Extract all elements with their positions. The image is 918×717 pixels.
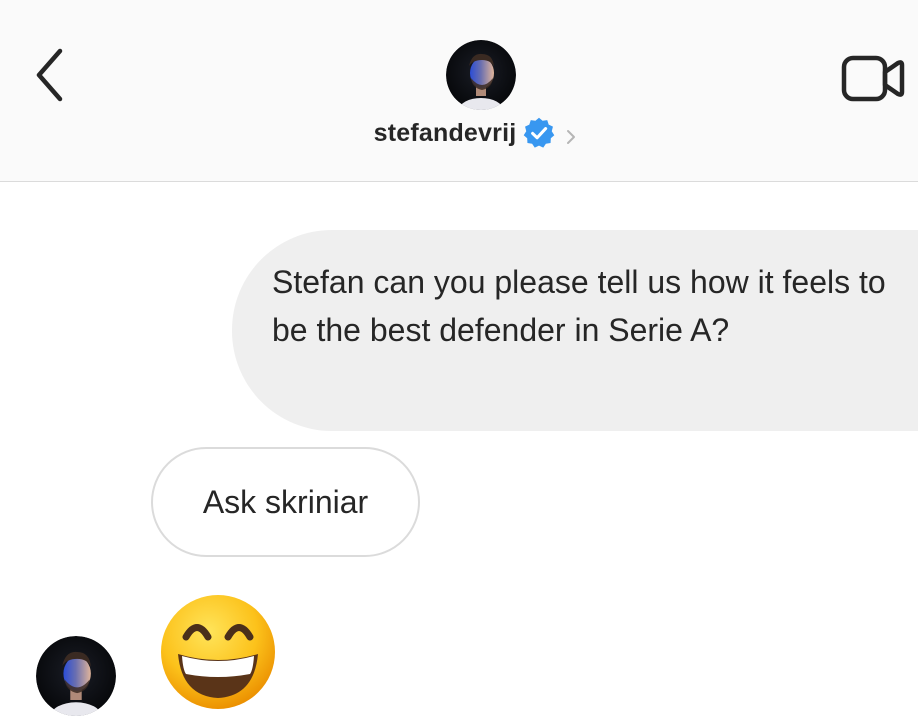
message-text: Stefan can you please tell us how it fee… — [272, 264, 886, 348]
dm-thread-screen: stefandevrij Stefan can you please tell … — [0, 0, 918, 717]
chevron-right-icon — [567, 130, 576, 144]
header-avatar[interactable] — [446, 40, 516, 110]
grinning-face-icon — [161, 595, 275, 709]
outgoing-message-bubble[interactable]: Stefan can you please tell us how it fee… — [232, 230, 918, 431]
profile-photo — [446, 40, 516, 110]
message-text: Ask skriniar — [202, 483, 369, 520]
profile-photo — [36, 636, 116, 716]
sender-avatar[interactable] — [36, 636, 116, 716]
verified-badge-icon — [524, 117, 555, 148]
video-call-button[interactable] — [840, 54, 906, 104]
profile-link[interactable]: stefandevrij — [374, 116, 579, 150]
video-camera-icon — [841, 55, 905, 102]
thread-header: stefandevrij — [0, 0, 918, 182]
header-title-row: stefandevrij — [0, 113, 918, 153]
back-button[interactable] — [26, 44, 78, 106]
incoming-message-bubble[interactable]: Ask skriniar — [151, 447, 420, 557]
emoji-message[interactable] — [158, 592, 278, 712]
chevron-left-icon — [36, 48, 63, 102]
header-username: stefandevrij — [373, 118, 517, 147]
